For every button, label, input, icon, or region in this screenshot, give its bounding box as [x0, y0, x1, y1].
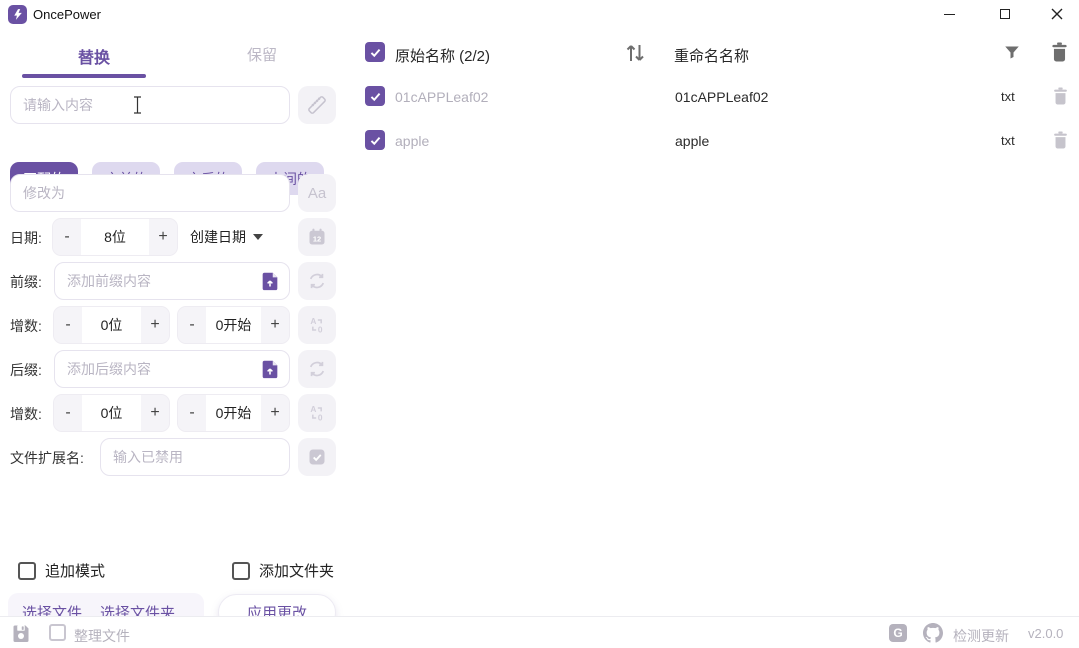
renamed-file-name: 01cAPPLeaf02: [675, 89, 768, 105]
close-button[interactable]: [1040, 0, 1074, 28]
date-digits-stepper: - 8位 +: [52, 218, 178, 256]
suffix-increment-start-stepper: - 0开始 +: [177, 394, 290, 432]
prefix-increment-digits-stepper: - 0位 +: [53, 306, 170, 344]
append-mode-checkbox[interactable]: [18, 562, 36, 580]
append-mode-option[interactable]: 追加模式: [18, 560, 105, 581]
prefix-increment-start-stepper: - 0开始 +: [177, 306, 290, 344]
extension-label: 文件扩展名:: [10, 448, 84, 468]
add-folder-label: 添加文件夹: [259, 560, 334, 581]
gitee-letter: G: [893, 626, 902, 640]
date-digits-plus-button[interactable]: +: [149, 219, 177, 255]
ruler-icon[interactable]: [298, 86, 336, 124]
prefix-digits-plus-button[interactable]: +: [141, 307, 169, 343]
select-all-checkbox[interactable]: [365, 42, 385, 62]
maximize-button[interactable]: [988, 0, 1022, 28]
case-sensitive-icon[interactable]: Aa: [298, 174, 336, 212]
suffix-input[interactable]: [54, 350, 290, 388]
suffix-label: 后缀:: [10, 360, 42, 380]
extension-toggle-icon[interactable]: [298, 438, 336, 476]
refresh-icon[interactable]: [298, 350, 336, 388]
date-type-selected: 创建日期: [190, 227, 246, 247]
suffix-start-plus-button[interactable]: +: [261, 395, 289, 431]
svg-text:A: A: [310, 316, 316, 326]
save-config-icon[interactable]: [12, 624, 30, 647]
prefix-digits-value: 0位: [82, 307, 141, 343]
tab-bar: 替换 保留: [10, 38, 346, 80]
prefix-input[interactable]: [54, 262, 290, 300]
prefix-start-minus-button[interactable]: -: [178, 307, 206, 343]
date-label: 日期:: [10, 228, 42, 248]
original-name-header: 原始名称 (2/2): [395, 45, 490, 66]
file-extension: txt: [1001, 89, 1015, 104]
suffix-digits-value: 0位: [82, 395, 141, 431]
delete-row-icon[interactable]: [1052, 86, 1069, 111]
check-update-link[interactable]: 检测更新: [953, 626, 1009, 646]
tab-keep[interactable]: 保留: [178, 44, 346, 65]
insert-file-name-icon[interactable]: [258, 357, 282, 381]
replace-with-input[interactable]: [10, 174, 290, 212]
github-icon[interactable]: [923, 623, 943, 648]
letter-number-mode-icon[interactable]: A 0: [298, 306, 336, 344]
original-file-name: apple: [395, 133, 429, 149]
svg-text:0: 0: [318, 413, 323, 423]
sort-icon[interactable]: [623, 41, 648, 70]
row-checkbox[interactable]: [365, 86, 385, 106]
app-logo-icon: [8, 5, 27, 24]
app-title: OncePower: [33, 7, 101, 22]
case-sensitive-label: Aa: [308, 185, 326, 202]
version-label: v2.0.0: [1028, 626, 1063, 641]
prefix-digits-minus-button[interactable]: -: [54, 307, 82, 343]
suffix-start-minus-button[interactable]: -: [178, 395, 206, 431]
suffix-increment-digits-stepper: - 0位 +: [53, 394, 170, 432]
date-digits-minus-button[interactable]: -: [53, 219, 81, 255]
letter-number-mode-icon[interactable]: A 0: [298, 394, 336, 432]
renamed-file-name: apple: [675, 133, 709, 149]
status-bar: 整理文件 G 检测更新 v2.0.0: [0, 616, 1079, 648]
file-extension: txt: [1001, 133, 1015, 148]
add-folder-checkbox[interactable]: [232, 562, 250, 580]
append-mode-label: 追加模式: [45, 560, 105, 581]
minimize-button[interactable]: [932, 0, 966, 28]
svg-text:A: A: [310, 404, 316, 414]
tab-replace[interactable]: 替换: [10, 44, 178, 68]
insert-file-name-icon[interactable]: [258, 269, 282, 293]
prefix-start-value: 0开始: [206, 307, 261, 343]
row-checkbox[interactable]: [365, 130, 385, 150]
text-cursor-icon: [133, 96, 142, 114]
refresh-icon[interactable]: [298, 262, 336, 300]
title-bar: OncePower: [0, 0, 1079, 30]
delete-row-icon[interactable]: [1052, 130, 1069, 155]
extension-input[interactable]: [100, 438, 290, 476]
active-tab-indicator: [22, 74, 146, 78]
left-panel: 替换 保留 匹配的 之前的 之后的 中间的 Aa: [10, 30, 346, 610]
organize-files-label: 整理文件: [74, 626, 130, 646]
renamed-name-header: 重命名名称: [674, 45, 749, 66]
suffix-digits-plus-button[interactable]: +: [141, 395, 169, 431]
chevron-down-icon: [253, 234, 263, 240]
suffix-increment-label: 增数:: [10, 404, 42, 424]
organize-files-checkbox[interactable]: [49, 624, 66, 641]
delete-all-icon[interactable]: [1050, 41, 1069, 68]
date-type-dropdown[interactable]: 创建日期: [190, 218, 263, 256]
svg-text:0: 0: [318, 325, 323, 335]
add-folder-option[interactable]: 添加文件夹: [232, 560, 334, 581]
svg-text:12: 12: [313, 235, 321, 244]
calendar-icon[interactable]: 12: [298, 218, 336, 256]
original-file-name: 01cAPPLeaf02: [395, 89, 488, 105]
search-input[interactable]: [10, 86, 290, 124]
prefix-label: 前缀:: [10, 272, 42, 292]
gitee-icon[interactable]: G: [889, 624, 907, 642]
suffix-start-value: 0开始: [206, 395, 261, 431]
prefix-start-plus-button[interactable]: +: [261, 307, 289, 343]
suffix-digits-minus-button[interactable]: -: [54, 395, 82, 431]
filter-icon[interactable]: [1003, 43, 1021, 67]
prefix-increment-label: 增数:: [10, 316, 42, 336]
date-digits-value: 8位: [81, 219, 149, 255]
